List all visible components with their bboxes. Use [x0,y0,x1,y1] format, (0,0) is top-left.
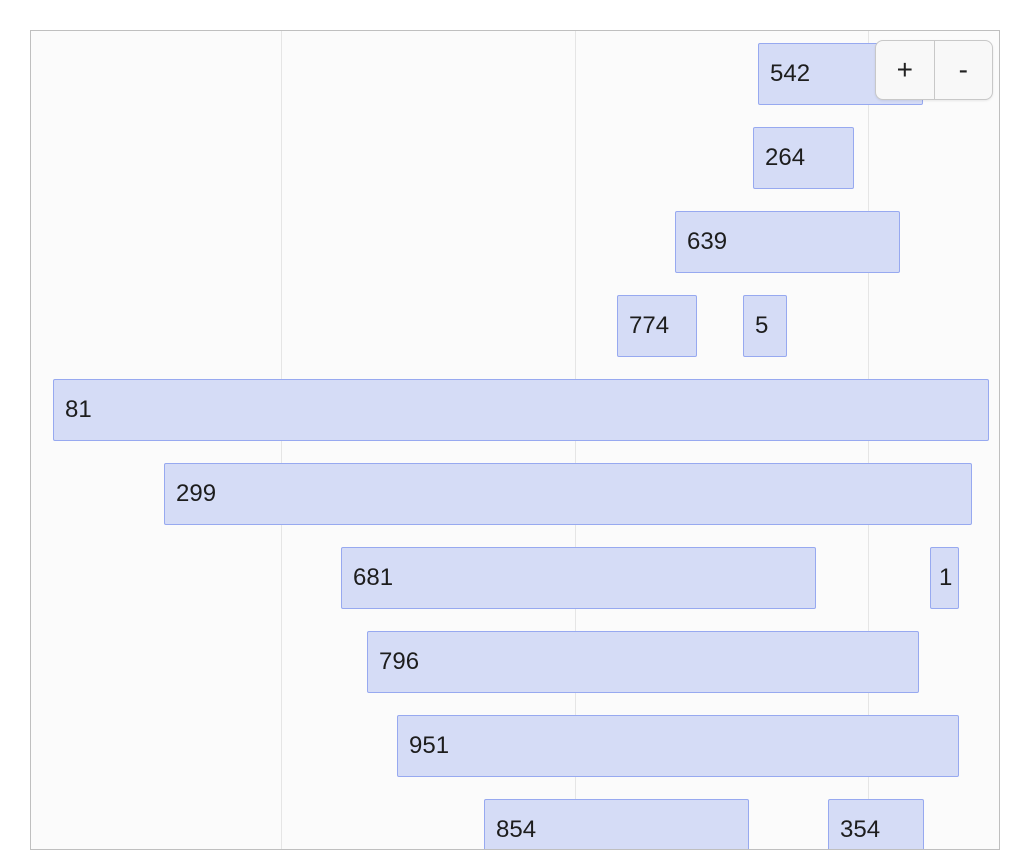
zoom-in-button[interactable]: + [876,41,934,99]
timeline-item[interactable]: 264 [753,127,854,189]
timeline-item[interactable]: 796 [367,631,919,693]
timeline-item[interactable]: 1 [930,547,959,609]
zoom-controls: + - [875,40,993,100]
timeline-item[interactable]: 5 [743,295,787,357]
zoom-out-button[interactable]: - [933,41,993,99]
timeline-item[interactable]: 354 [828,799,924,849]
timeline-panel[interactable]: 542 264 639 774 5 81 299 681 1 796 951 8… [30,30,1000,850]
timeline-item[interactable]: 681 [341,547,816,609]
timeline-item[interactable]: 81 [53,379,989,441]
timeline-item[interactable]: 951 [397,715,959,777]
timeline-item[interactable]: 854 [484,799,749,849]
timeline-item[interactable]: 639 [675,211,900,273]
timeline-item[interactable]: 299 [164,463,972,525]
timeline-item[interactable]: 774 [617,295,697,357]
